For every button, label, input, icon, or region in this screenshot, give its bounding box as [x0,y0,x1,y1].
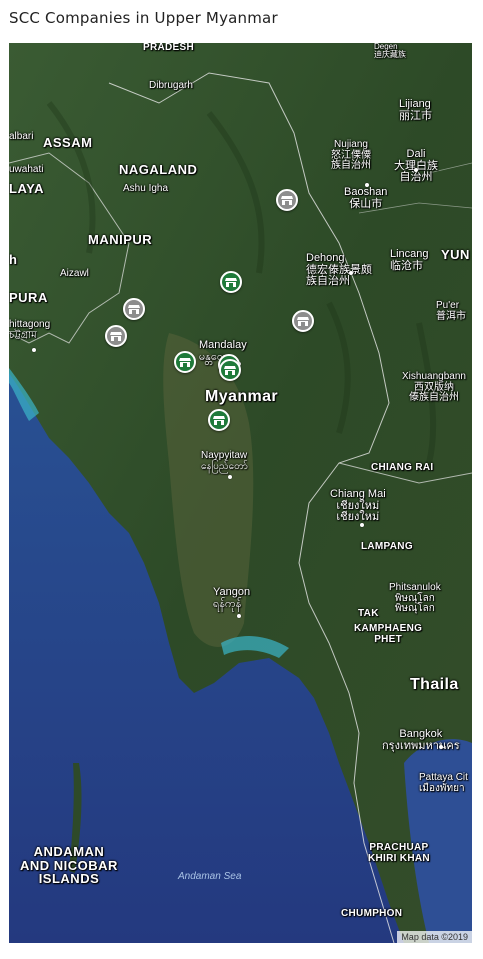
label-pradesh: PRADESH [143,43,194,53]
label-bangkok: Bangkok กรุงเทพมหานคร [382,728,460,752]
label-andaman-islands: ANDAMAN AND NICOBAR ISLANDS [20,844,118,887]
label-laya: LAYA [9,181,45,196]
label-prachuap: PRACHUAP KHIRI KHAN [368,842,430,864]
label-lijiang: Lijiang 丽江市 [399,98,432,122]
label-chumphon: CHUMPHON [341,908,403,919]
store-icon [110,331,122,341]
company-marker[interactable] [220,271,242,293]
store-icon [281,195,293,205]
label-puer: Pu'er 普洱市 [436,300,466,322]
label-yun: YUN [441,247,470,262]
label-dali: Dali 大理白族 自治州 [394,148,438,184]
label-assam: ASSAM [43,135,93,150]
label-degen: Degen 迪庆藏族 [374,43,406,60]
label-pattaya: Pattaya Cit เมืองพัทยา [419,772,468,794]
label-dehong: Dehong 德宏傣族景颇 族自治州 [306,252,372,288]
page-title: SCC Companies in Upper Myanmar [9,9,278,27]
store-icon [213,415,225,425]
city-dot [439,745,443,749]
label-nujiang: Nujiang 怒江傈僳 族自治州 [331,139,371,171]
label-aizawl: Aizawl [60,268,89,279]
label-kamphaeng-phet: KAMPHAENG PHET [354,623,423,645]
label-xishuangbanna: Xishuangbann 西双版纳 傣族自治州 [402,371,466,403]
label-h-edge: h [9,252,18,267]
label-yangon: Yangon ရန်ကုန် [213,586,251,610]
label-chittagong: hittagong চট্টগ্রাম [9,319,51,341]
label-nagaland: NAGALAND [119,162,198,177]
company-marker[interactable] [292,310,314,332]
label-lincang: Lincang 临沧市 [390,248,429,272]
label-manipur: MANIPUR [88,232,153,247]
map-attribution[interactable]: Map data ©2019 [397,931,472,943]
label-lampang: LAMPANG [361,541,413,552]
store-icon [297,316,309,326]
label-thailand: Thaila [410,676,459,693]
label-andaman-sea: Andaman Sea [178,871,242,882]
city-dot [228,475,232,479]
label-ashu-igha: Ashu Igha [123,183,169,194]
label-naypyitaw: Naypyitaw နေပြည်တော် [201,450,248,472]
store-icon [225,277,237,287]
company-marker[interactable] [219,359,241,381]
city-dot [237,614,241,618]
label-guwahati: uwahati [9,164,44,175]
label-dibrugarh: Dibrugarh [149,80,193,91]
city-dot [32,348,36,352]
map-view[interactable]: PRADESH Degen 迪庆藏族 Dibrugarh Lijiang 丽江市… [9,43,472,943]
label-tak: TAK [358,608,379,619]
label-pura: PURA [9,290,48,305]
label-baoshan: Baoshan 保山市 [344,186,388,210]
label-phitsanulok: Phitsanulok พิษณุโลก พิษณุโลก [389,582,441,614]
company-marker[interactable] [105,325,127,347]
city-dot [360,523,364,527]
company-marker[interactable] [123,298,145,320]
label-myanmar: Myanmar [205,388,279,405]
city-dot [414,168,418,172]
company-marker[interactable] [276,189,298,211]
city-dot [365,183,369,187]
store-icon [224,365,236,375]
store-icon [179,357,191,367]
city-dot [349,271,353,275]
label-chiang-mai: Chiang Mai เชียงใหม่ เชียงใหม่ [330,488,386,524]
label-albari: albari [9,131,34,142]
store-icon [128,304,140,314]
label-chiang-rai: CHIANG RAI [371,462,434,473]
company-marker[interactable] [174,351,196,373]
company-marker[interactable] [208,409,230,431]
